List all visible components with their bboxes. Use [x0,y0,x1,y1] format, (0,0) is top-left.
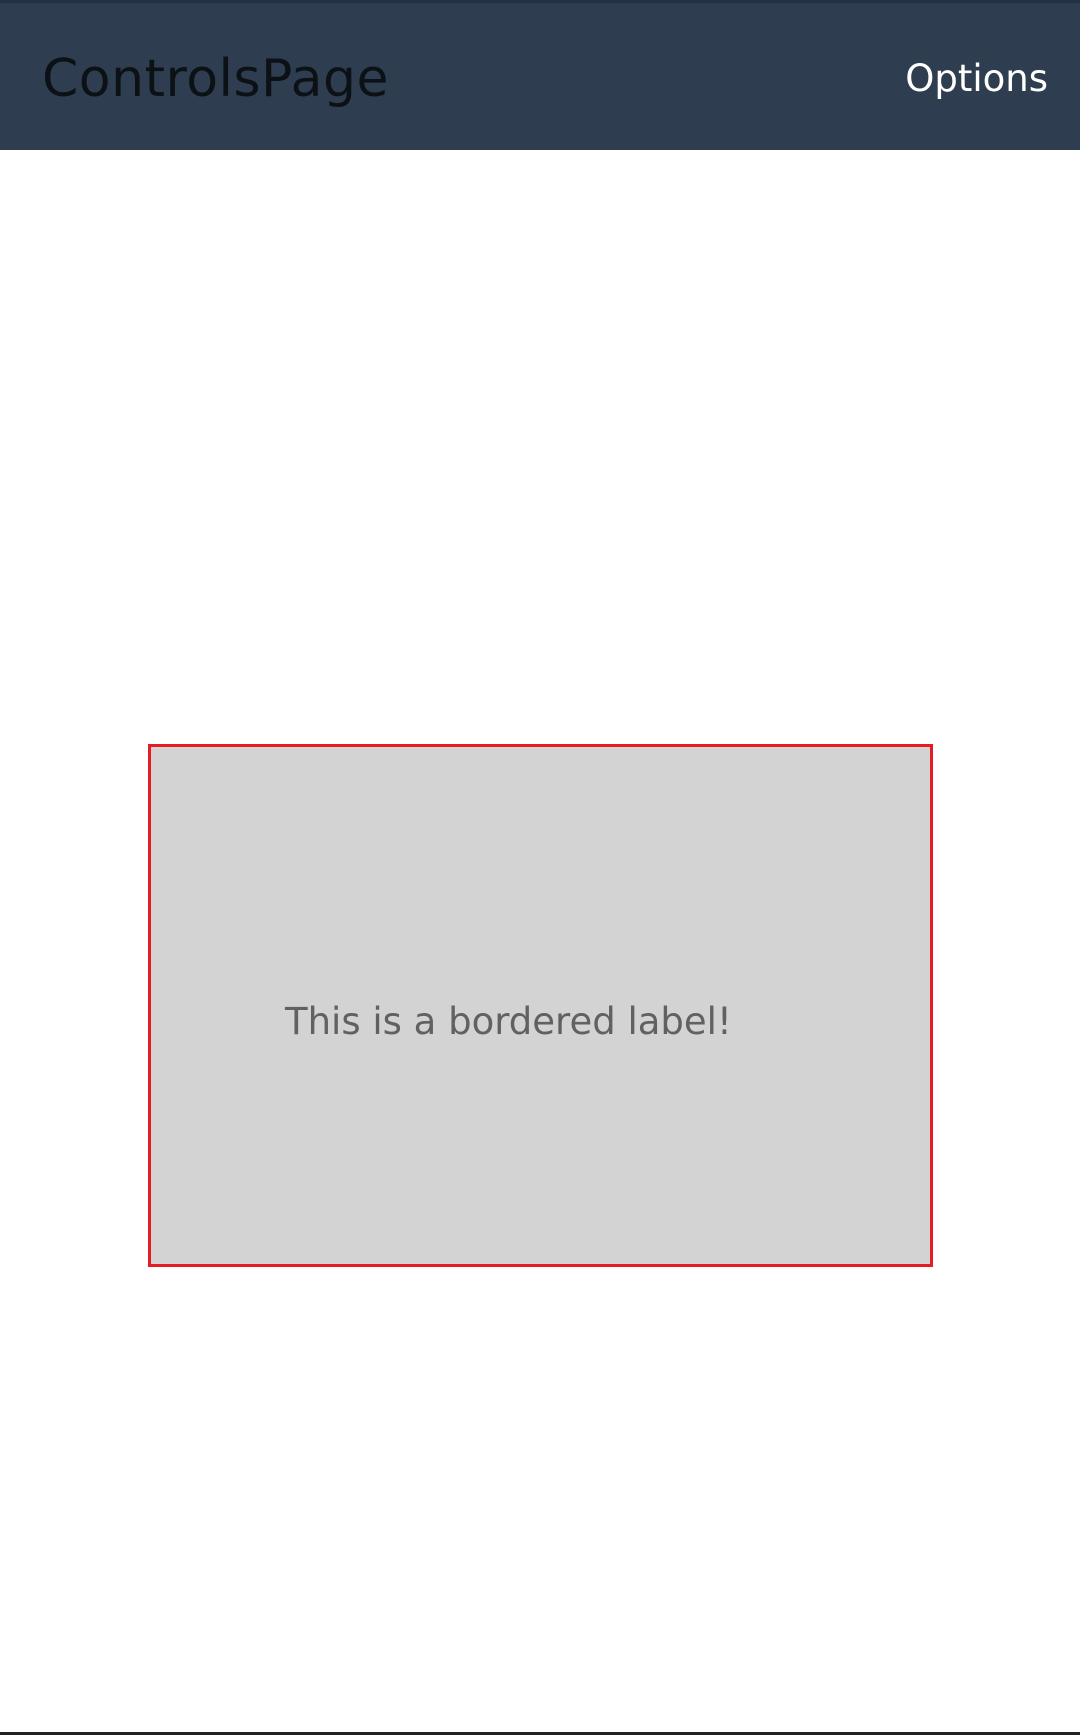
page-content: This is a bordered label! [0,150,1080,1732]
bordered-label: This is a bordered label! [148,744,933,1267]
app-bar: ControlsPage Options [0,3,1080,150]
bordered-label-text: This is a bordered label! [285,1000,732,1043]
options-menu-button[interactable]: Options [905,55,1048,103]
page-title: ControlsPage [42,49,389,109]
